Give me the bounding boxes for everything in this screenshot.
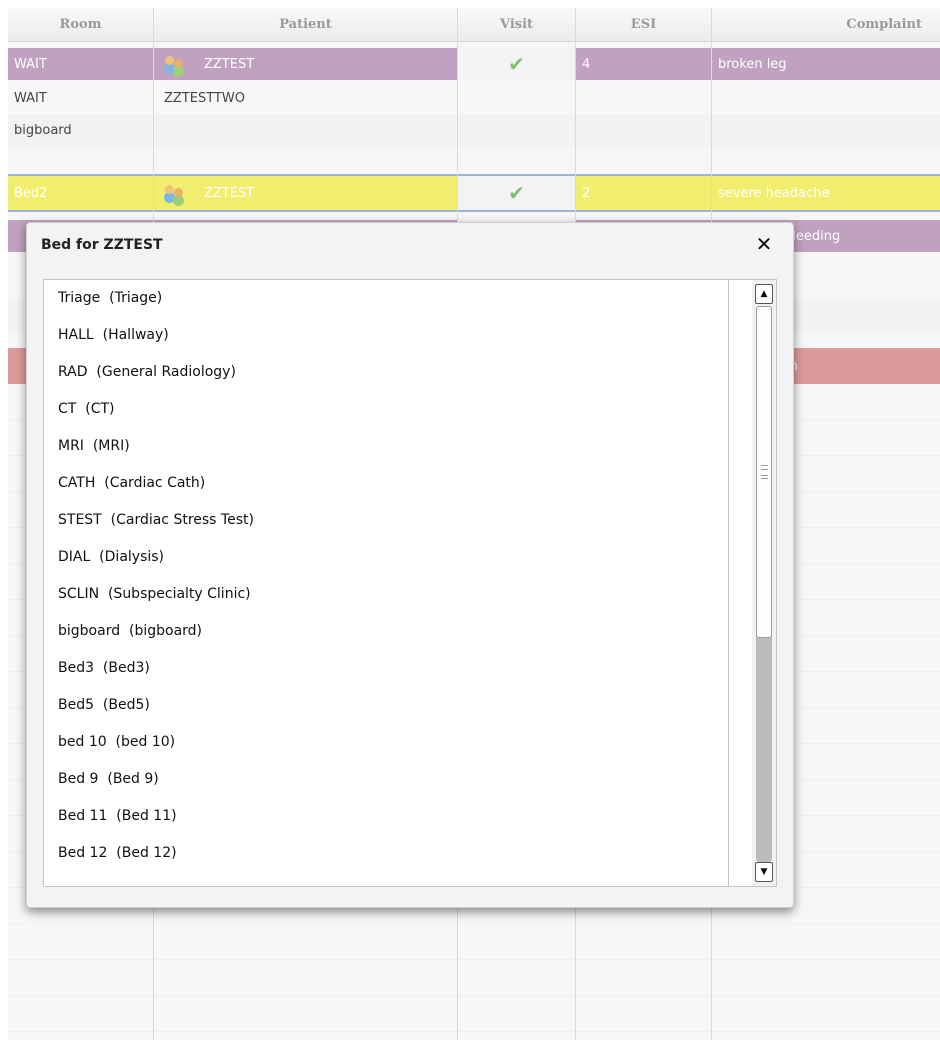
patient-cell: ZZTEST xyxy=(154,176,458,210)
column-header-room[interactable]: Room xyxy=(8,8,154,41)
column-header-visit[interactable]: Visit xyxy=(458,8,576,41)
vertical-scrollbar[interactable]: ▲ ▼ xyxy=(752,280,776,886)
patient-name[interactable]: ZZTESTTWO xyxy=(164,91,245,106)
bed-option[interactable]: CT (CT) xyxy=(44,391,728,428)
column-header-complaint[interactable]: Complaint xyxy=(712,8,940,41)
complaint-cell: broken leg xyxy=(718,56,787,72)
bed-option[interactable]: bigboard (bigboard) xyxy=(44,613,728,650)
patient-group-icon xyxy=(164,184,186,202)
bed-option[interactable]: Bed 11 (Bed 11) xyxy=(44,798,728,835)
checkmark-icon[interactable]: ✔ xyxy=(508,52,525,76)
room-cell: bigboard xyxy=(8,114,154,146)
bed-option[interactable]: Bed 12 (Bed 12) xyxy=(44,835,728,872)
checkmark-icon[interactable]: ✔ xyxy=(508,181,525,205)
bed-option[interactable]: Bed 9 (Bed 9) xyxy=(44,761,728,798)
bed-listbox[interactable]: Triage (Triage) HALL (Hallway) RAD (Genera… xyxy=(43,279,777,887)
grip-icon xyxy=(761,465,768,479)
scrollbar-track[interactable] xyxy=(756,306,772,862)
esi-cell xyxy=(576,114,712,146)
complaint-cell: severe headache xyxy=(718,185,830,201)
patient-cell xyxy=(154,114,458,146)
scroll-up-arrow-icon[interactable]: ▲ xyxy=(755,284,773,304)
table-row[interactable]: WAIT ZZTESTTWO xyxy=(8,82,940,114)
esi-cell: 2 xyxy=(576,176,712,210)
esi-cell: 4 xyxy=(576,48,712,80)
room-cell: Bed2 xyxy=(8,176,154,210)
esi-cell xyxy=(576,82,712,114)
column-header-patient[interactable]: Patient xyxy=(154,8,458,41)
board-header: Room Patient Visit ESI Complaint xyxy=(8,8,940,42)
bed-option[interactable]: CATH (Cardiac Cath) xyxy=(44,465,728,502)
bed-option[interactable]: Triage (Triage) xyxy=(44,280,728,317)
bed-option[interactable]: Bed3 (Bed3) xyxy=(44,650,728,687)
complaint-cell xyxy=(712,82,940,114)
close-icon[interactable]: ✕ xyxy=(753,233,775,255)
patient-group-icon xyxy=(164,55,186,73)
patient-cell: ZZTEST xyxy=(154,48,458,80)
scroll-down-arrow-icon[interactable]: ▼ xyxy=(755,862,773,882)
complaint-cell xyxy=(712,114,940,146)
scrollbar-thumb[interactable] xyxy=(756,306,772,638)
bed-option[interactable]: MRI (MRI) xyxy=(44,428,728,465)
bed-option[interactable]: DIAL (Dialysis) xyxy=(44,539,728,576)
visit-cell: ✔ xyxy=(458,176,576,210)
table-row-selected[interactable]: Bed2 ZZTEST ✔ 2 severe headache xyxy=(8,174,940,212)
patient-name[interactable]: ZZTEST xyxy=(204,57,254,72)
table-row[interactable]: WAIT ZZTEST ✔ 4 broken leg xyxy=(8,48,940,80)
table-row[interactable]: bigboard xyxy=(8,114,940,146)
patient-name[interactable]: ZZTEST xyxy=(204,186,254,201)
room-cell: WAIT xyxy=(8,48,154,80)
column-header-esi[interactable]: ESI xyxy=(576,8,712,41)
visit-cell xyxy=(458,114,576,146)
bed-option[interactable]: HALL (Hallway) xyxy=(44,317,728,354)
bed-assignment-dialog: Bed for ZZTEST ✕ Triage (Triage) HALL (Ha… xyxy=(26,222,794,908)
visit-cell: ✔ xyxy=(458,48,576,80)
patient-cell: ZZTESTTWO xyxy=(154,82,458,114)
bed-options-list: Triage (Triage) HALL (Hallway) RAD (Genera… xyxy=(44,280,729,886)
bed-option[interactable]: STEST (Cardiac Stress Test) xyxy=(44,502,728,539)
bed-option[interactable]: SCLIN (Subspecialty Clinic) xyxy=(44,576,728,613)
bed-option[interactable]: Bed5 (Bed5) xyxy=(44,687,728,724)
bed-option[interactable]: RAD (General Radiology) xyxy=(44,354,728,391)
bed-option[interactable]: bed 10 (bed 10) xyxy=(44,724,728,761)
dialog-title: Bed for ZZTEST xyxy=(41,237,163,253)
visit-cell xyxy=(458,82,576,114)
room-cell: WAIT xyxy=(8,82,154,114)
